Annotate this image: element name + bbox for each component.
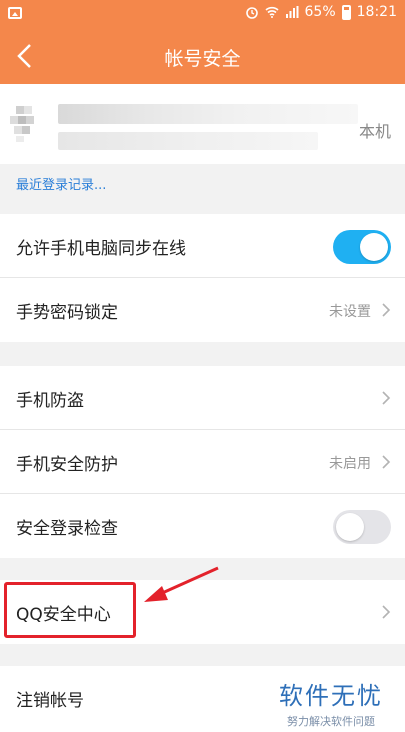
safe-login-check-toggle[interactable] bbox=[333, 510, 391, 544]
settings-group-phone: 手机防盗 手机安全防护 未启用 安全登录检查 bbox=[0, 366, 405, 558]
safe-login-check-row[interactable]: 安全登录检查 bbox=[0, 494, 405, 558]
sync-online-toggle[interactable] bbox=[333, 230, 391, 264]
status-bar: 65% 18:21 bbox=[0, 0, 405, 28]
phone-protection-status: 未启用 bbox=[329, 456, 371, 472]
anti-theft-row[interactable]: 手机防盗 bbox=[0, 366, 405, 430]
watermark: 软件无忧 努力解决软件问题 bbox=[279, 676, 383, 729]
annotation-highlight-box bbox=[4, 582, 136, 638]
gesture-lock-label: 手势密码锁定 bbox=[16, 303, 118, 323]
sync-online-row[interactable]: 允许手机电脑同步在线 bbox=[0, 214, 405, 278]
battery-icon bbox=[341, 4, 351, 20]
recent-login-link[interactable]: 最近登录记录... bbox=[16, 174, 106, 193]
gesture-lock-row[interactable]: 手势密码锁定 未设置 bbox=[0, 278, 405, 342]
blurred-device-info bbox=[58, 132, 318, 150]
alarm-icon bbox=[245, 7, 258, 19]
chevron-right-icon bbox=[382, 605, 391, 619]
battery-percent: 65% bbox=[304, 4, 336, 20]
cancel-account-label: 注销帐号 bbox=[16, 691, 84, 711]
chevron-right-icon bbox=[382, 391, 391, 405]
safe-login-check-label: 安全登录检查 bbox=[16, 519, 118, 539]
watermark-title: 软件无忧 bbox=[279, 682, 383, 710]
page-title: 帐号安全 bbox=[164, 48, 241, 70]
clock: 18:21 bbox=[356, 4, 397, 20]
annotation-arrow-icon bbox=[144, 566, 219, 602]
watermark-subtitle: 努力解决软件问题 bbox=[287, 715, 375, 728]
gesture-lock-status: 未设置 bbox=[329, 304, 371, 320]
image-notification-icon bbox=[8, 7, 22, 19]
current-device-tag: 本机 bbox=[358, 122, 391, 141]
chevron-right-icon bbox=[382, 455, 391, 469]
anti-theft-label: 手机防盗 bbox=[16, 391, 84, 411]
chevron-right-icon bbox=[382, 303, 391, 317]
phone-protection-row[interactable]: 手机安全防护 未启用 bbox=[0, 430, 405, 494]
blurred-avatar bbox=[10, 106, 34, 142]
sync-online-label: 允许手机电脑同步在线 bbox=[16, 239, 186, 259]
phone-protection-label: 手机安全防护 bbox=[16, 455, 118, 475]
settings-group-sync: 允许手机电脑同步在线 手势密码锁定 未设置 bbox=[0, 214, 405, 342]
wifi-icon bbox=[264, 6, 279, 18]
current-device-card[interactable]: 本机 bbox=[0, 84, 405, 164]
signal-icon bbox=[285, 6, 299, 18]
blurred-device-name bbox=[58, 104, 358, 124]
title-bar: 帐号安全 bbox=[0, 28, 405, 84]
